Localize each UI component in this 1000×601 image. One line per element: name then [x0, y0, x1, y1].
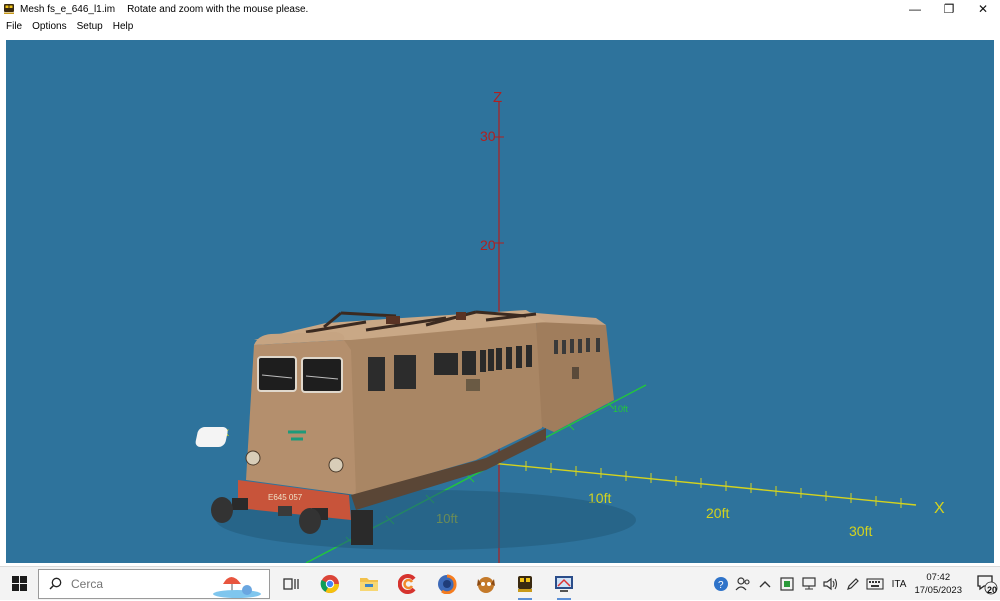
chevron-up-icon	[759, 581, 771, 588]
search-box[interactable]	[38, 568, 270, 599]
network-icon	[802, 577, 816, 590]
taskbar-app-chrome[interactable]	[315, 567, 345, 601]
menu-options[interactable]: Options	[27, 21, 71, 32]
taskbar-app-train[interactable]	[510, 567, 540, 601]
chrome-icon	[320, 574, 339, 593]
speaker-icon	[823, 577, 837, 591]
z-tick-label: 30	[480, 128, 496, 144]
3d-viewport[interactable]: Z 30 20 X 10ft 20ft 30ft 10ft E645 057	[6, 40, 994, 563]
x-axis-label: X	[934, 500, 945, 517]
search-input[interactable]	[71, 576, 191, 591]
scene-svg: Z 30 20 X 10ft 20ft 30ft 10ft E645 057	[195, 89, 945, 563]
tray-app-icon	[780, 577, 794, 591]
menu-bar: File Options Setup Help	[0, 18, 1000, 34]
task-view-button[interactable]	[276, 567, 306, 601]
people-tray-button[interactable]	[732, 567, 754, 601]
mesh-viewer-icon	[555, 575, 573, 592]
taskbar-app-explorer[interactable]	[354, 567, 384, 601]
menu-help[interactable]: Help	[108, 21, 139, 32]
keyboard-tray-button[interactable]	[864, 567, 886, 601]
close-button[interactable]: ✕	[966, 0, 1000, 18]
taskbar-app-ccleaner[interactable]	[393, 567, 423, 601]
train-app-icon	[4, 4, 14, 14]
svg-text:?: ?	[718, 580, 724, 591]
clock-date: 17/05/2023	[914, 585, 962, 596]
search-icon	[49, 577, 62, 590]
taskbar-app-firefox[interactable]	[432, 567, 462, 601]
task-view-icon	[283, 577, 299, 590]
taskbar: ? ITA 07:42 17/05/2023	[0, 566, 1000, 600]
windows-icon	[11, 576, 27, 591]
input-language[interactable]: ITA	[892, 579, 907, 590]
notification-center-button[interactable]: 20	[974, 567, 1000, 601]
firefox-icon	[438, 574, 457, 594]
number-plate: E645 057	[268, 493, 303, 502]
z-axis-label: Z	[493, 89, 502, 106]
title-bar[interactable]: Mesh fs_e_646_l1.im Rotate and zoom with…	[0, 0, 1000, 18]
application-window: Mesh fs_e_646_l1.im Rotate and zoom with…	[0, 0, 1000, 566]
search-highlight-icon	[213, 576, 261, 598]
game-icon	[477, 576, 495, 593]
menu-file[interactable]: File	[0, 21, 27, 32]
ccleaner-icon	[398, 573, 416, 594]
pen-icon	[846, 578, 859, 590]
taskbar-app-game[interactable]	[471, 567, 501, 601]
clock-time: 07:42	[926, 572, 951, 583]
notification-count: 20	[986, 585, 997, 595]
clock[interactable]: 07:42 17/05/2023	[914, 571, 962, 597]
taskbar-app-mesh-viewer[interactable]	[549, 567, 579, 601]
system-tray: ? ITA 07:42 17/05/2023 20	[710, 567, 1000, 601]
x-tick-label: 20ft	[706, 505, 729, 521]
start-button[interactable]	[0, 567, 38, 601]
tray-app-button[interactable]	[776, 567, 798, 601]
volume-tray-button[interactable]	[820, 567, 842, 601]
minimize-button[interactable]: —	[898, 0, 932, 18]
window-subtitle: Rotate and zoom with the mouse please.	[127, 3, 309, 15]
pen-tray-button[interactable]	[842, 567, 864, 601]
restore-button[interactable]: ❐	[932, 0, 966, 18]
menu-setup[interactable]: Setup	[72, 21, 108, 32]
z-tick-label: 20	[480, 237, 496, 253]
network-tray-button[interactable]	[798, 567, 820, 601]
x-tick-label: 30ft	[849, 523, 872, 539]
show-hidden-icons-button[interactable]	[754, 567, 776, 601]
locomotive-model: E645 057	[195, 310, 636, 550]
people-icon	[735, 577, 750, 591]
help-icon: ?	[713, 577, 728, 591]
train-icon	[518, 575, 532, 592]
y-tick-label: 10ft	[613, 404, 629, 414]
window-title: Mesh fs_e_646_l1.im	[20, 3, 116, 15]
folder-icon	[360, 577, 378, 591]
keyboard-icon	[866, 578, 884, 590]
help-tray-button[interactable]: ?	[710, 567, 732, 601]
